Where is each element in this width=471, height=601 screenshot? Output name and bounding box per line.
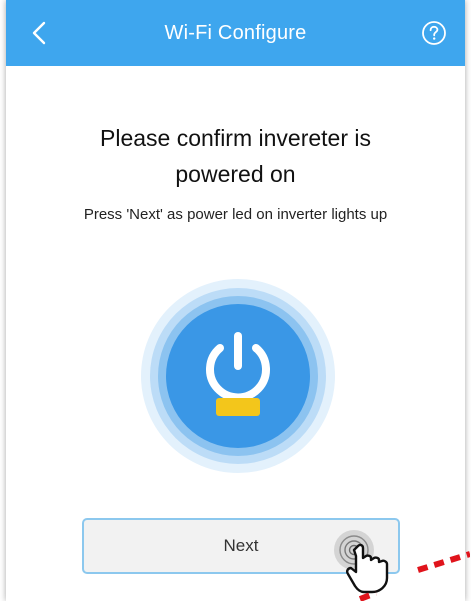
app-screen: Wi-Fi Configure Please confirm invereter…: [6, 0, 465, 601]
instruction-text: Press 'Next' as power led on inverter li…: [83, 206, 388, 223]
power-icon: [141, 279, 335, 473]
confirm-headline: Please confirm invereter is powered on: [6, 120, 465, 192]
help-button[interactable]: [421, 20, 447, 46]
top-bar: Wi-Fi Configure: [6, 0, 465, 66]
chevron-left-icon: [32, 21, 46, 45]
headline-line-2: powered on: [175, 161, 296, 187]
power-status-graphic: [140, 278, 336, 474]
headline-line-1: Please confirm invereter is: [100, 125, 371, 151]
back-button[interactable]: [24, 16, 54, 50]
next-button[interactable]: Next: [82, 518, 400, 574]
next-button-label: Next: [223, 536, 259, 555]
power-led-indicator: [216, 398, 260, 416]
page-title: Wi-Fi Configure: [164, 21, 307, 44]
question-circle-icon: [422, 21, 446, 45]
